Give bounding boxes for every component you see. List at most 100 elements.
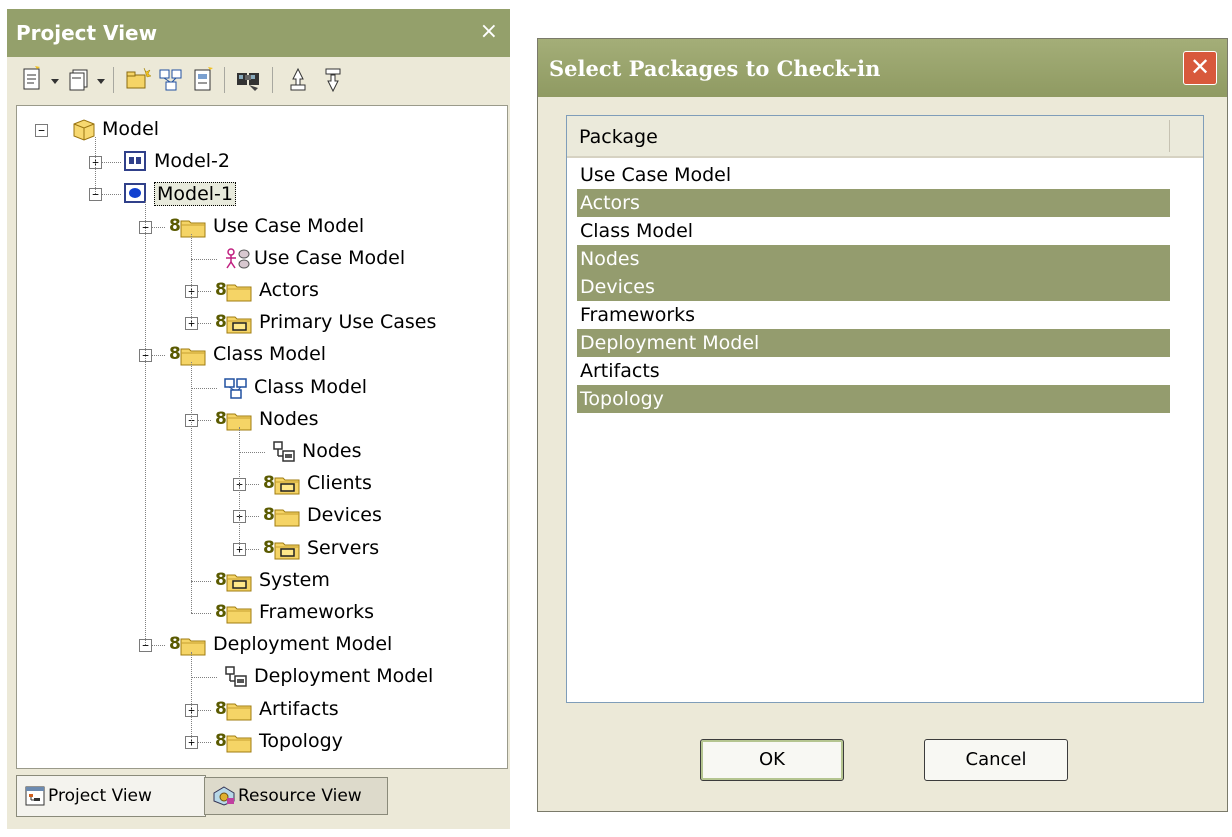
tree-item-label: Class Model (213, 343, 327, 366)
tree-item-label: Class Model (254, 375, 368, 398)
tree-item-label: Deployment Model (213, 633, 393, 656)
package-row-label: Use Case Model (580, 164, 732, 186)
check-out-icon[interactable] (286, 65, 310, 95)
tree-item[interactable]: −8 Class Model (17, 340, 497, 370)
find-icon[interactable] (235, 65, 259, 95)
tree-item[interactable]: −8 Use Case Model (17, 212, 497, 242)
tree-item-label: Use Case Model (213, 214, 365, 237)
model-selected-icon (123, 182, 147, 209)
package-folder-icon (178, 343, 208, 372)
package-folder-icon (224, 730, 254, 759)
project-tree: − Model + Model-2− Model-1−8 Use Case Model Us… (16, 105, 508, 769)
tree-item-label: System (259, 568, 330, 591)
tree-item[interactable]: +8 Servers (17, 534, 497, 564)
tree-item-label: Nodes (259, 407, 319, 430)
check-in-icon[interactable] (321, 65, 345, 95)
tree-item-label: Nodes (302, 440, 362, 462)
dropdown-arrow-icon[interactable] (51, 79, 59, 84)
tree-item[interactable]: −8 Deployment Model (17, 630, 497, 660)
package-row-label: Class Model (580, 220, 694, 242)
tree-connector (191, 387, 217, 389)
tree-item[interactable]: 8 Frameworks (17, 598, 497, 628)
tree-item[interactable]: − Model (17, 115, 497, 145)
tree-item[interactable]: Nodes (17, 437, 497, 467)
subsystem-folder-icon (224, 311, 254, 340)
package-row[interactable]: Frameworks (577, 301, 1170, 329)
subsystem-folder-icon (272, 537, 302, 566)
resource-view-icon (213, 786, 235, 811)
subsystem-folder-icon (272, 472, 302, 501)
model-package-icon (71, 118, 97, 147)
tree-item[interactable]: Deployment Model (17, 662, 497, 692)
project-view-icon (25, 786, 45, 811)
package-row[interactable]: Artifacts (577, 357, 1170, 385)
subsystem-folder-icon (224, 569, 254, 598)
dialog-title: Select Packages to Check-in (549, 56, 881, 81)
cancel-button[interactable]: Cancel (924, 739, 1068, 781)
tree-item[interactable]: +8 Primary Use Cases (17, 308, 497, 338)
column-divider[interactable] (1169, 120, 1170, 152)
tree-item-label: Deployment Model (254, 665, 434, 688)
tree-item-label: Clients (307, 472, 372, 495)
ok-button[interactable]: OK (700, 739, 844, 781)
package-folder-icon (178, 215, 208, 244)
document-icon[interactable] (191, 65, 215, 95)
collapse-icon[interactable]: − (35, 124, 48, 137)
package-row[interactable]: Devices (577, 273, 1170, 301)
class-diagram-icon[interactable] (158, 65, 182, 95)
tab-resource-view-label: Resource View (238, 786, 362, 806)
package-row-label: Nodes (580, 248, 640, 270)
package-row[interactable]: Use Case Model (577, 161, 1170, 189)
tab-resource-view[interactable]: Resource View (204, 777, 388, 815)
dropdown-arrow-icon[interactable] (97, 79, 105, 84)
column-header-label: Package (579, 126, 658, 148)
package-row-label: Devices (580, 276, 655, 298)
new-diagram-icon[interactable] (21, 65, 45, 95)
package-row[interactable]: Class Model (577, 217, 1170, 245)
tree-item[interactable]: 8 System (17, 566, 497, 596)
toolbar-separator (272, 67, 273, 93)
project-view-title: Project View (16, 21, 158, 45)
toolbar-separator (224, 67, 225, 93)
tab-project-view[interactable]: Project View (16, 775, 206, 817)
tree-item[interactable]: Use Case Model (17, 244, 497, 274)
tree-item[interactable]: +8 Topology (17, 727, 497, 757)
package-row-label: Frameworks (580, 304, 696, 326)
tree-item[interactable]: − Model-1 (17, 179, 497, 209)
tree-item[interactable]: +8 Clients (17, 469, 497, 499)
tree-connector (95, 137, 96, 195)
package-column-header[interactable]: Package (567, 116, 1203, 158)
package-list: Package Use Case Model Actors Class Model N… (566, 115, 1204, 703)
package-row[interactable]: Deployment Model (577, 329, 1170, 357)
tree-item-label: Frameworks (259, 601, 375, 623)
tree-item-label: Model (102, 118, 160, 140)
tree-connector (246, 516, 259, 518)
use-case-diagram-icon (223, 247, 251, 276)
package-row[interactable]: Actors (577, 189, 1170, 217)
tree-item[interactable]: +8 Artifacts (17, 695, 497, 725)
tree-connector (198, 323, 211, 325)
tree-item[interactable]: Class Model (17, 373, 497, 403)
close-icon[interactable]: × (480, 19, 498, 44)
tree-item[interactable]: + Model-2 (17, 147, 497, 177)
new-package-icon[interactable] (125, 65, 152, 95)
package-row-label: Artifacts (580, 360, 660, 382)
package-row-label: Topology (580, 388, 664, 410)
tree-item[interactable]: +8 Devices (17, 501, 497, 531)
tree-item[interactable]: +8 Actors (17, 276, 497, 306)
tree-connector (152, 355, 165, 357)
package-row[interactable]: Nodes (577, 245, 1170, 273)
close-icon[interactable]: ✕ (1183, 51, 1217, 85)
check-in-dialog: Select Packages to Check-in ✕ Package Us… (537, 38, 1228, 812)
tree-item[interactable]: −8 Nodes (17, 405, 497, 435)
tree-item-label: Artifacts (259, 697, 339, 720)
tree-connector (246, 484, 259, 486)
new-view-icon[interactable] (67, 65, 91, 95)
tree-connector (102, 162, 121, 164)
view-tabs: Project View Resource View (16, 775, 511, 819)
tree-connector (239, 452, 265, 453)
tree-item-label: Devices (307, 504, 382, 527)
package-row[interactable]: Topology (577, 385, 1170, 413)
package-folder-icon (178, 633, 208, 662)
tree-connector (191, 613, 211, 614)
